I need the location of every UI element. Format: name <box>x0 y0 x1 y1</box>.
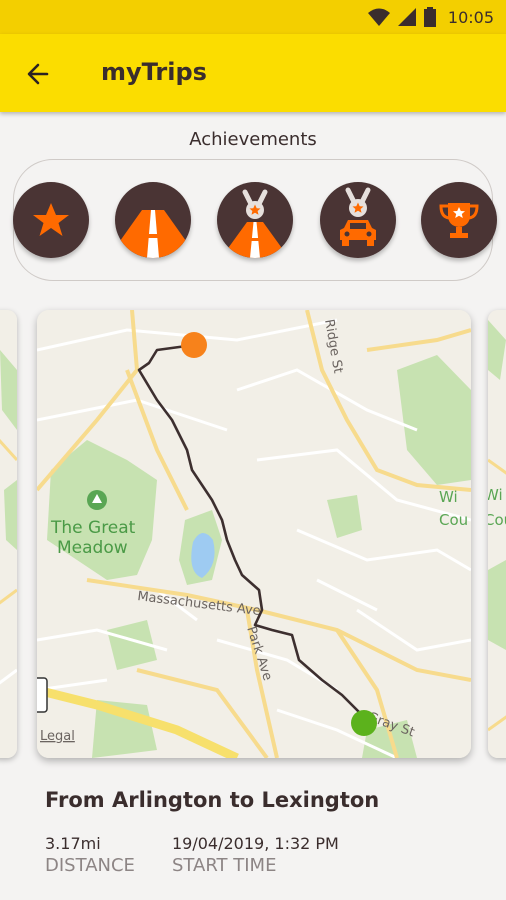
map-label-win-2: Cou <box>488 511 506 529</box>
status-time: 10:05 <box>447 7 494 27</box>
map-label-great-meadow: The Great <box>50 518 136 538</box>
road-icon <box>115 210 191 258</box>
car-medal-icon <box>340 187 376 246</box>
start-time-value: 19/04/2019, 1:32 PM <box>172 834 339 853</box>
star-badge[interactable] <box>13 182 89 258</box>
back-button[interactable] <box>20 56 56 92</box>
star-icon <box>33 203 69 236</box>
signal-icon <box>397 8 416 26</box>
trophy-icon <box>439 203 479 238</box>
map-label-win-1: Wi <box>439 488 458 506</box>
map-control[interactable] <box>37 677 48 713</box>
trip-title: From Arlington to Lexington <box>45 788 380 812</box>
trip-map-card[interactable]: The Great Meadow Massachusetts Ave Park … <box>37 310 471 758</box>
status-bar: 10:05 <box>0 0 506 34</box>
road-badge[interactable] <box>115 182 191 258</box>
distance-value: 3.17mi <box>45 834 101 853</box>
page-title: myTrips <box>101 58 207 86</box>
start-time-label: START TIME <box>172 855 277 876</box>
map-label-win-2: Cou <box>439 511 468 529</box>
trip-map[interactable]: The Great Meadow Massachusetts Ave Park … <box>37 310 471 758</box>
road-medal-badge[interactable] <box>217 182 293 258</box>
map-label-meadow: Meadow <box>57 538 128 558</box>
app-bar: myTrips <box>0 34 506 112</box>
achievements-title: Achievements <box>189 129 317 150</box>
map-legal-link[interactable]: Legal <box>40 729 75 744</box>
road-medal-icon <box>221 189 289 258</box>
distance-label: DISTANCE <box>45 855 135 876</box>
park-marker-icon <box>87 490 107 510</box>
next-trip-card[interactable]: Wi Cou <box>488 310 506 758</box>
arrow-left-icon <box>27 63 49 85</box>
car-medal-badge[interactable] <box>320 182 396 258</box>
previous-trip-card[interactable] <box>0 310 17 758</box>
battery-icon <box>423 7 436 27</box>
wifi-icon <box>367 8 390 26</box>
trophy-badge[interactable] <box>421 182 497 258</box>
map-label-win-1: Wi <box>488 486 503 504</box>
trip-start-marker <box>181 332 207 358</box>
trip-end-marker <box>351 710 377 736</box>
